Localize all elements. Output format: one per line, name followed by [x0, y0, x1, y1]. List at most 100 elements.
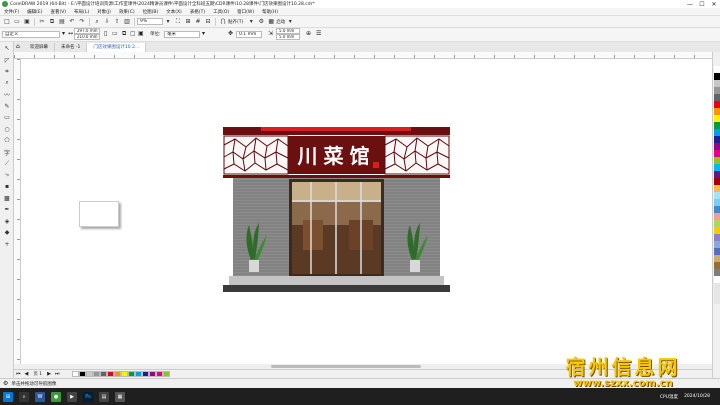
palette-swatch[interactable] [714, 199, 720, 206]
search-icon[interactable]: ⌕ [19, 391, 29, 402]
palette-swatch[interactable] [714, 283, 720, 290]
palette-swatch[interactable] [714, 206, 720, 213]
nudge-distance-field[interactable]: 0.1 mm [236, 31, 262, 38]
palette-swatch[interactable] [714, 164, 720, 171]
freehand-tool-icon[interactable]: 〰 [2, 90, 12, 100]
document-palette-swatch[interactable] [120, 371, 128, 377]
text-tool-icon[interactable]: 字 [2, 147, 12, 157]
open-folder-icon[interactable]: ▭ [13, 18, 21, 26]
palette-swatch[interactable] [714, 115, 720, 122]
palette-swatch[interactable] [714, 73, 720, 80]
menu-text[interactable]: 文本(X) [162, 9, 186, 15]
document-palette-swatch[interactable] [134, 371, 142, 377]
document-palette-swatch[interactable] [78, 371, 86, 377]
zoom-level-field[interactable]: 9% [137, 18, 163, 25]
palette-swatch[interactable] [714, 255, 720, 262]
menu-tools[interactable]: 工具(O) [209, 9, 233, 15]
horizontal-ruler[interactable] [14, 52, 714, 59]
artistic-media-icon[interactable]: ✎ [2, 101, 12, 111]
shape-tool-icon[interactable]: ◸ [2, 55, 12, 65]
palette-swatch[interactable] [714, 213, 720, 220]
palette-swatch[interactable] [714, 136, 720, 143]
landscape-icon[interactable]: ▭ [112, 30, 118, 37]
palette-swatch[interactable] [714, 262, 720, 269]
import-icon[interactable]: ⇩ [103, 18, 111, 26]
prev-page-icon[interactable]: ◀ [25, 371, 29, 377]
app-icon[interactable]: ▦ [115, 391, 125, 402]
all-pages-icon[interactable]: ⧉ [122, 30, 126, 38]
page-height-field[interactable]: 210.0 mm [74, 34, 100, 40]
palette-swatch[interactable] [714, 297, 720, 304]
bleed-icon[interactable]: ▣ [138, 30, 144, 37]
palette-swatch[interactable] [714, 248, 720, 255]
crop-tool-icon[interactable]: ⌗ [2, 67, 12, 77]
next-page-icon[interactable]: ▶ [47, 371, 51, 377]
polygon-tool-icon[interactable]: ⬠ [2, 136, 12, 146]
new-document-icon[interactable]: □ [3, 18, 11, 26]
palette-swatch[interactable] [714, 143, 720, 150]
add-tool-icon[interactable]: + [2, 239, 12, 249]
tab-welcome-screen[interactable]: 欢迎屏幕 [24, 43, 55, 52]
rectangle-tool-icon[interactable]: ▭ [2, 113, 12, 123]
menu-table[interactable]: 表格(T) [186, 9, 209, 15]
document-palette-swatch[interactable] [92, 371, 100, 377]
menu-effects[interactable]: 效果(C) [115, 9, 139, 15]
redo-icon[interactable]: ↷ [78, 18, 86, 26]
document-palette-swatch[interactable] [127, 371, 135, 377]
palette-swatch[interactable] [714, 87, 720, 94]
snap-to-dropdown[interactable]: 贴齐(T) [228, 19, 243, 25]
minimize-button[interactable]: — [684, 0, 696, 8]
palette-swatch[interactable] [714, 185, 720, 192]
document-palette-swatch[interactable] [148, 371, 156, 377]
paste-icon[interactable]: ▤ [58, 18, 66, 26]
palette-swatch[interactable] [714, 129, 720, 136]
drop-shadow-icon[interactable]: ▪ [2, 182, 12, 192]
interactive-fill-icon[interactable]: ◈ [2, 216, 12, 226]
menu-edit[interactable]: 编辑(E) [23, 9, 46, 15]
photoshop-icon[interactable]: Ps [83, 391, 93, 402]
publish-pdf-icon[interactable]: ▥ [123, 18, 131, 26]
save-icon[interactable]: ▣ [23, 18, 31, 26]
start-icon[interactable]: ⊞ [3, 391, 13, 402]
full-screen-icon[interactable]: ⛶ [174, 18, 182, 26]
palette-swatch[interactable] [714, 94, 720, 101]
chevron-down-icon[interactable]: ▾ [286, 18, 294, 26]
undo-icon[interactable]: ↶ [68, 18, 76, 26]
media-icon[interactable]: ▶ [67, 391, 77, 402]
copy-icon[interactable]: ⧉ [48, 18, 56, 26]
palette-swatch[interactable] [714, 269, 720, 276]
palette-swatch[interactable] [714, 157, 720, 164]
page-size-chevron-icon[interactable]: ▾ [62, 30, 65, 37]
vertical-ruler[interactable] [14, 59, 21, 364]
palette-swatch[interactable] [714, 122, 720, 129]
palette-swatch[interactable] [714, 276, 720, 283]
palette-swatch[interactable] [714, 178, 720, 185]
units-select[interactable]: 毫米 [164, 31, 200, 38]
menu-file[interactable]: 文件(F) [0, 9, 23, 15]
cut-icon[interactable]: ✂ [38, 18, 46, 26]
page-label[interactable]: 页 1 [33, 371, 42, 377]
coreldraw-icon[interactable]: ● [51, 391, 61, 402]
rulers-icon[interactable]: ⊞ [184, 18, 192, 26]
smart-fill-icon[interactable]: ◆ [2, 228, 12, 238]
drawing-canvas[interactable]: 川菜馆 [21, 59, 712, 364]
palette-swatch[interactable] [714, 101, 720, 108]
guidelines-icon[interactable]: ⊟ [204, 18, 212, 26]
palette-swatch[interactable] [714, 234, 720, 241]
connector-tool-icon[interactable]: ⤷ [2, 170, 12, 180]
chevron-down-icon[interactable]: ▾ [247, 18, 255, 26]
chevron-down-icon[interactable]: ▾ [164, 18, 172, 26]
grid-icon[interactable]: # [194, 18, 202, 26]
document-palette-swatch[interactable] [99, 371, 107, 377]
document-palette-swatch[interactable] [113, 371, 121, 377]
word-icon[interactable]: W [35, 391, 45, 402]
parallel-dimension-icon[interactable]: ⟋ [2, 159, 12, 169]
zoom-tool-icon[interactable]: ⌕ [2, 78, 12, 88]
menu-view[interactable]: 查看(V) [46, 9, 70, 15]
document-palette-swatch[interactable] [71, 371, 79, 377]
palette-swatch[interactable] [714, 171, 720, 178]
export-icon[interactable]: ⇧ [113, 18, 121, 26]
portrait-icon[interactable]: ▯ [104, 30, 107, 37]
palette-swatch[interactable] [714, 66, 720, 73]
maximize-button[interactable]: ☐ [696, 0, 708, 8]
